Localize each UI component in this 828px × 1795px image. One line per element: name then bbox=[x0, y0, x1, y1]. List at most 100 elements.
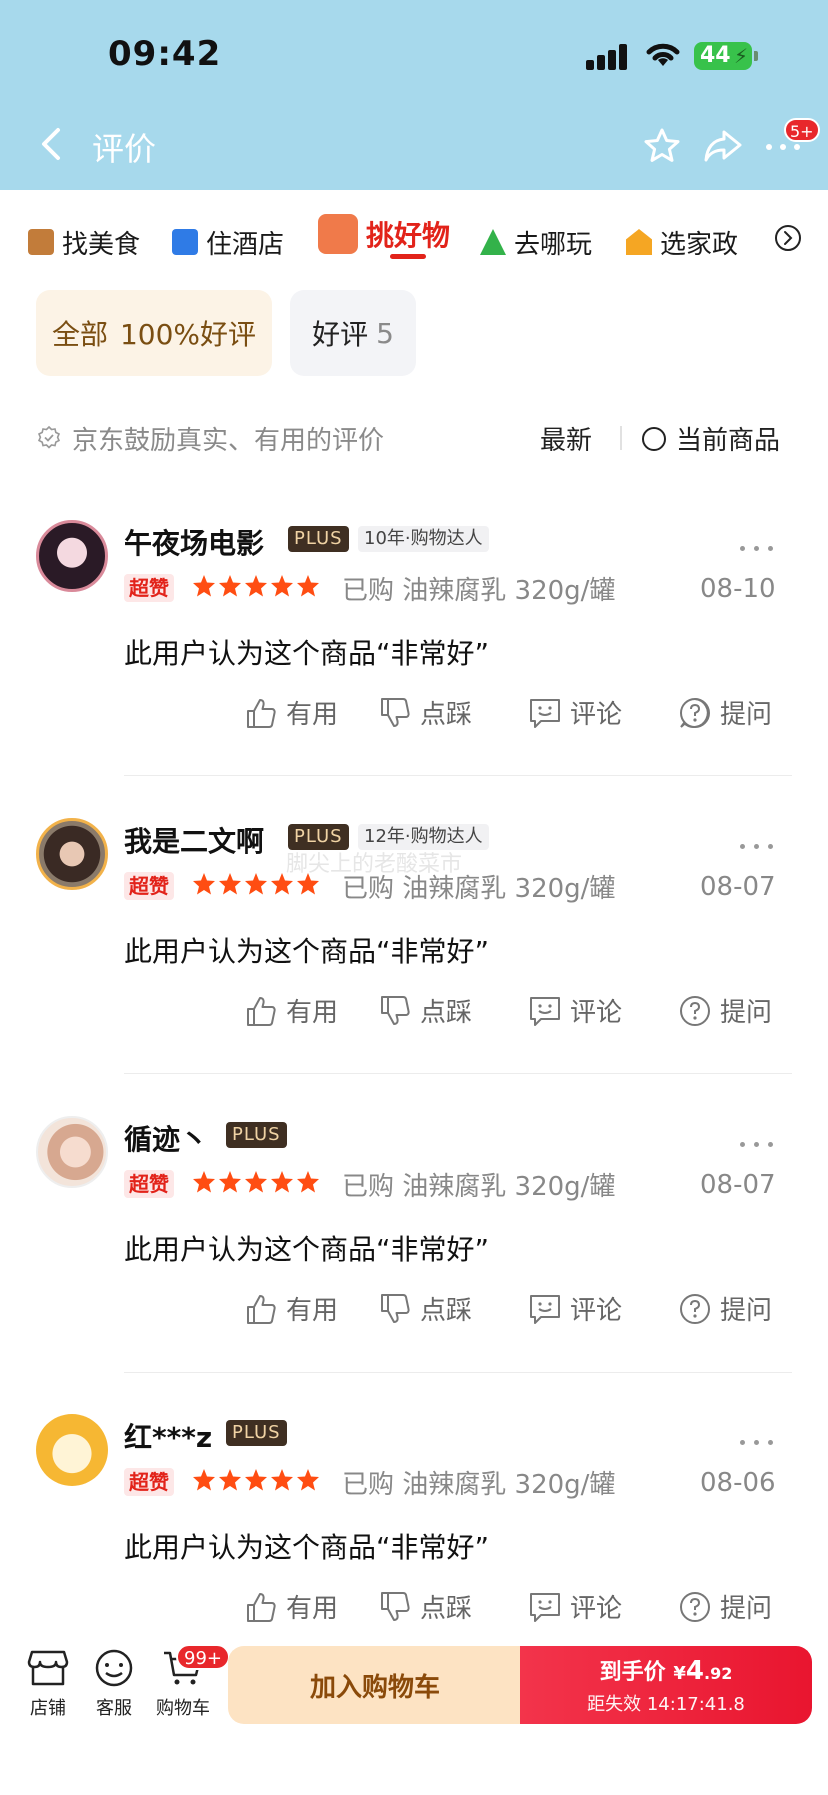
comment-icon bbox=[530, 996, 560, 1026]
share-icon[interactable] bbox=[702, 126, 744, 166]
ask-label: 提问 bbox=[720, 998, 773, 1028]
current-goods-toggle[interactable]: 当前商品 bbox=[642, 420, 780, 457]
star-icon bbox=[245, 1171, 267, 1193]
chevron-right-circle-icon[interactable] bbox=[774, 224, 802, 252]
radio-icon[interactable] bbox=[642, 426, 666, 451]
category-goods[interactable]: 挑好物 bbox=[318, 214, 450, 254]
store-tab[interactable]: 店铺 bbox=[18, 1648, 78, 1720]
star-icon bbox=[193, 575, 215, 597]
avatar[interactable] bbox=[36, 520, 108, 592]
category-home-service[interactable]: 选家政 bbox=[626, 222, 738, 262]
review-more-icon[interactable] bbox=[740, 1440, 774, 1448]
buy-now-button[interactable]: 到手价 ¥4.92 距失效 14:17:41.8 bbox=[520, 1646, 812, 1724]
customer-service-label: 客服 bbox=[96, 1698, 132, 1719]
comment-label: 评论 bbox=[570, 1594, 623, 1624]
ask-button[interactable]: 提问 bbox=[678, 694, 772, 731]
verified-shield-icon bbox=[37, 425, 61, 449]
ask-label: 提问 bbox=[720, 1594, 773, 1624]
star-icon bbox=[219, 1171, 241, 1193]
reviewer-name[interactable]: 午夜场电影 bbox=[124, 522, 264, 562]
ask-button[interactable]: 提问 bbox=[678, 992, 772, 1029]
purchased-item[interactable]: 已购 油辣腐乳 320g/罐 bbox=[342, 570, 615, 607]
star-icon bbox=[297, 1171, 319, 1193]
store-label: 店铺 bbox=[30, 1698, 66, 1719]
ask-button[interactable]: 提问 bbox=[678, 1588, 772, 1625]
avatar[interactable] bbox=[36, 1116, 108, 1188]
thumbs-down-icon bbox=[381, 697, 410, 727]
dislike-button[interactable]: 点踩 bbox=[378, 992, 472, 1029]
avatar[interactable] bbox=[36, 1414, 108, 1486]
useful-label: 有用 bbox=[286, 1296, 339, 1326]
top-header: 09:42 44 ⚡ 评价 5+ bbox=[0, 0, 828, 190]
comment-icon bbox=[530, 698, 560, 728]
review-more-icon[interactable] bbox=[740, 546, 774, 554]
thumbs-up-icon bbox=[247, 1294, 276, 1324]
active-tab-indicator bbox=[390, 254, 426, 259]
reviewer-name[interactable]: 我是二文啊 bbox=[124, 820, 264, 860]
question-icon bbox=[680, 1591, 710, 1622]
star-icon bbox=[271, 575, 293, 597]
ask-button[interactable]: 提问 bbox=[678, 1290, 772, 1327]
dislike-button[interactable]: 点踩 bbox=[378, 1588, 472, 1625]
question-icon bbox=[680, 1293, 710, 1324]
comment-button[interactable]: 评论 bbox=[528, 992, 622, 1029]
shopping-bag-icon bbox=[318, 214, 358, 254]
food-icon bbox=[28, 229, 54, 255]
filter-good-chip[interactable]: 好评 5 bbox=[290, 290, 416, 376]
star-icon bbox=[193, 1171, 215, 1193]
avatar[interactable] bbox=[36, 818, 108, 890]
review-more-icon[interactable] bbox=[740, 1142, 774, 1150]
dislike-button[interactable]: 点踩 bbox=[378, 1290, 472, 1327]
price-currency: ¥ bbox=[673, 1663, 686, 1684]
price-integer: 4 bbox=[685, 1656, 704, 1686]
reviewer-name[interactable]: 循迹丶 bbox=[124, 1118, 208, 1158]
reviewer-name[interactable]: 红***z bbox=[124, 1416, 212, 1456]
customer-service-tab[interactable]: 客服 bbox=[84, 1648, 144, 1720]
review-actions: 有用 点踩 评论 提问 bbox=[244, 1290, 794, 1330]
useful-button[interactable]: 有用 bbox=[244, 992, 338, 1029]
purchased-item[interactable]: 已购 油辣腐乳 320g/罐 bbox=[342, 1464, 615, 1501]
review-card: 循迹丶 PLUS 超赞 已购 油辣腐乳 320g/罐 08-07 此用户认为这个… bbox=[0, 1116, 828, 1416]
filter-all-label: 全部 bbox=[51, 318, 108, 351]
dislike-button[interactable]: 点踩 bbox=[378, 694, 472, 731]
category-hotel[interactable]: 住酒店 bbox=[172, 222, 284, 262]
comment-button[interactable]: 评论 bbox=[528, 694, 622, 731]
purchased-item[interactable]: 已购 油辣腐乳 320g/罐 bbox=[342, 1166, 615, 1203]
wifi-icon bbox=[646, 43, 680, 66]
comment-button[interactable]: 评论 bbox=[528, 1588, 622, 1625]
useful-button[interactable]: 有用 bbox=[244, 694, 338, 731]
comment-button[interactable]: 评论 bbox=[528, 1290, 622, 1327]
review-divider bbox=[124, 1073, 792, 1074]
add-to-cart-button[interactable]: 加入购物车 bbox=[228, 1646, 522, 1724]
divider bbox=[620, 426, 622, 450]
review-date: 08-10 bbox=[700, 574, 776, 604]
super-praise-badge: 超赞 bbox=[124, 574, 174, 602]
sort-latest[interactable]: 最新 bbox=[540, 420, 592, 457]
comment-label: 评论 bbox=[570, 998, 623, 1028]
back-arrow-icon[interactable] bbox=[34, 124, 70, 164]
battery-indicator: 44 ⚡ bbox=[694, 42, 758, 70]
super-praise-badge: 超赞 bbox=[124, 872, 174, 900]
review-actions: 有用 点踩 评论 提问 bbox=[244, 694, 794, 734]
favorite-star-icon[interactable] bbox=[642, 126, 682, 166]
useful-button[interactable]: 有用 bbox=[244, 1588, 338, 1625]
filter-good-label: 好评 bbox=[312, 318, 369, 351]
comment-label: 评论 bbox=[570, 1296, 623, 1326]
rating-stars bbox=[192, 1170, 322, 1194]
star-icon bbox=[219, 575, 241, 597]
category-label: 选家政 bbox=[660, 229, 739, 260]
dislike-label: 点踩 bbox=[420, 1594, 473, 1624]
review-notice: 京东鼓励真实、有用的评价 bbox=[36, 420, 384, 456]
review-more-icon[interactable] bbox=[740, 844, 774, 852]
member-level-badge: 10年·购物达人 bbox=[358, 526, 489, 552]
dislike-label: 点踩 bbox=[420, 1296, 473, 1326]
thumbs-up-icon bbox=[247, 996, 276, 1026]
customer-service-icon bbox=[95, 1649, 133, 1687]
review-date: 08-06 bbox=[700, 1468, 776, 1498]
category-food[interactable]: 找美食 bbox=[28, 222, 140, 262]
useful-button[interactable]: 有用 bbox=[244, 1290, 338, 1327]
category-play[interactable]: 去哪玩 bbox=[480, 222, 592, 262]
filter-all-chip[interactable]: 全部 100%好评 bbox=[36, 290, 272, 376]
battery-level: 44 bbox=[700, 43, 731, 68]
star-icon bbox=[297, 575, 319, 597]
